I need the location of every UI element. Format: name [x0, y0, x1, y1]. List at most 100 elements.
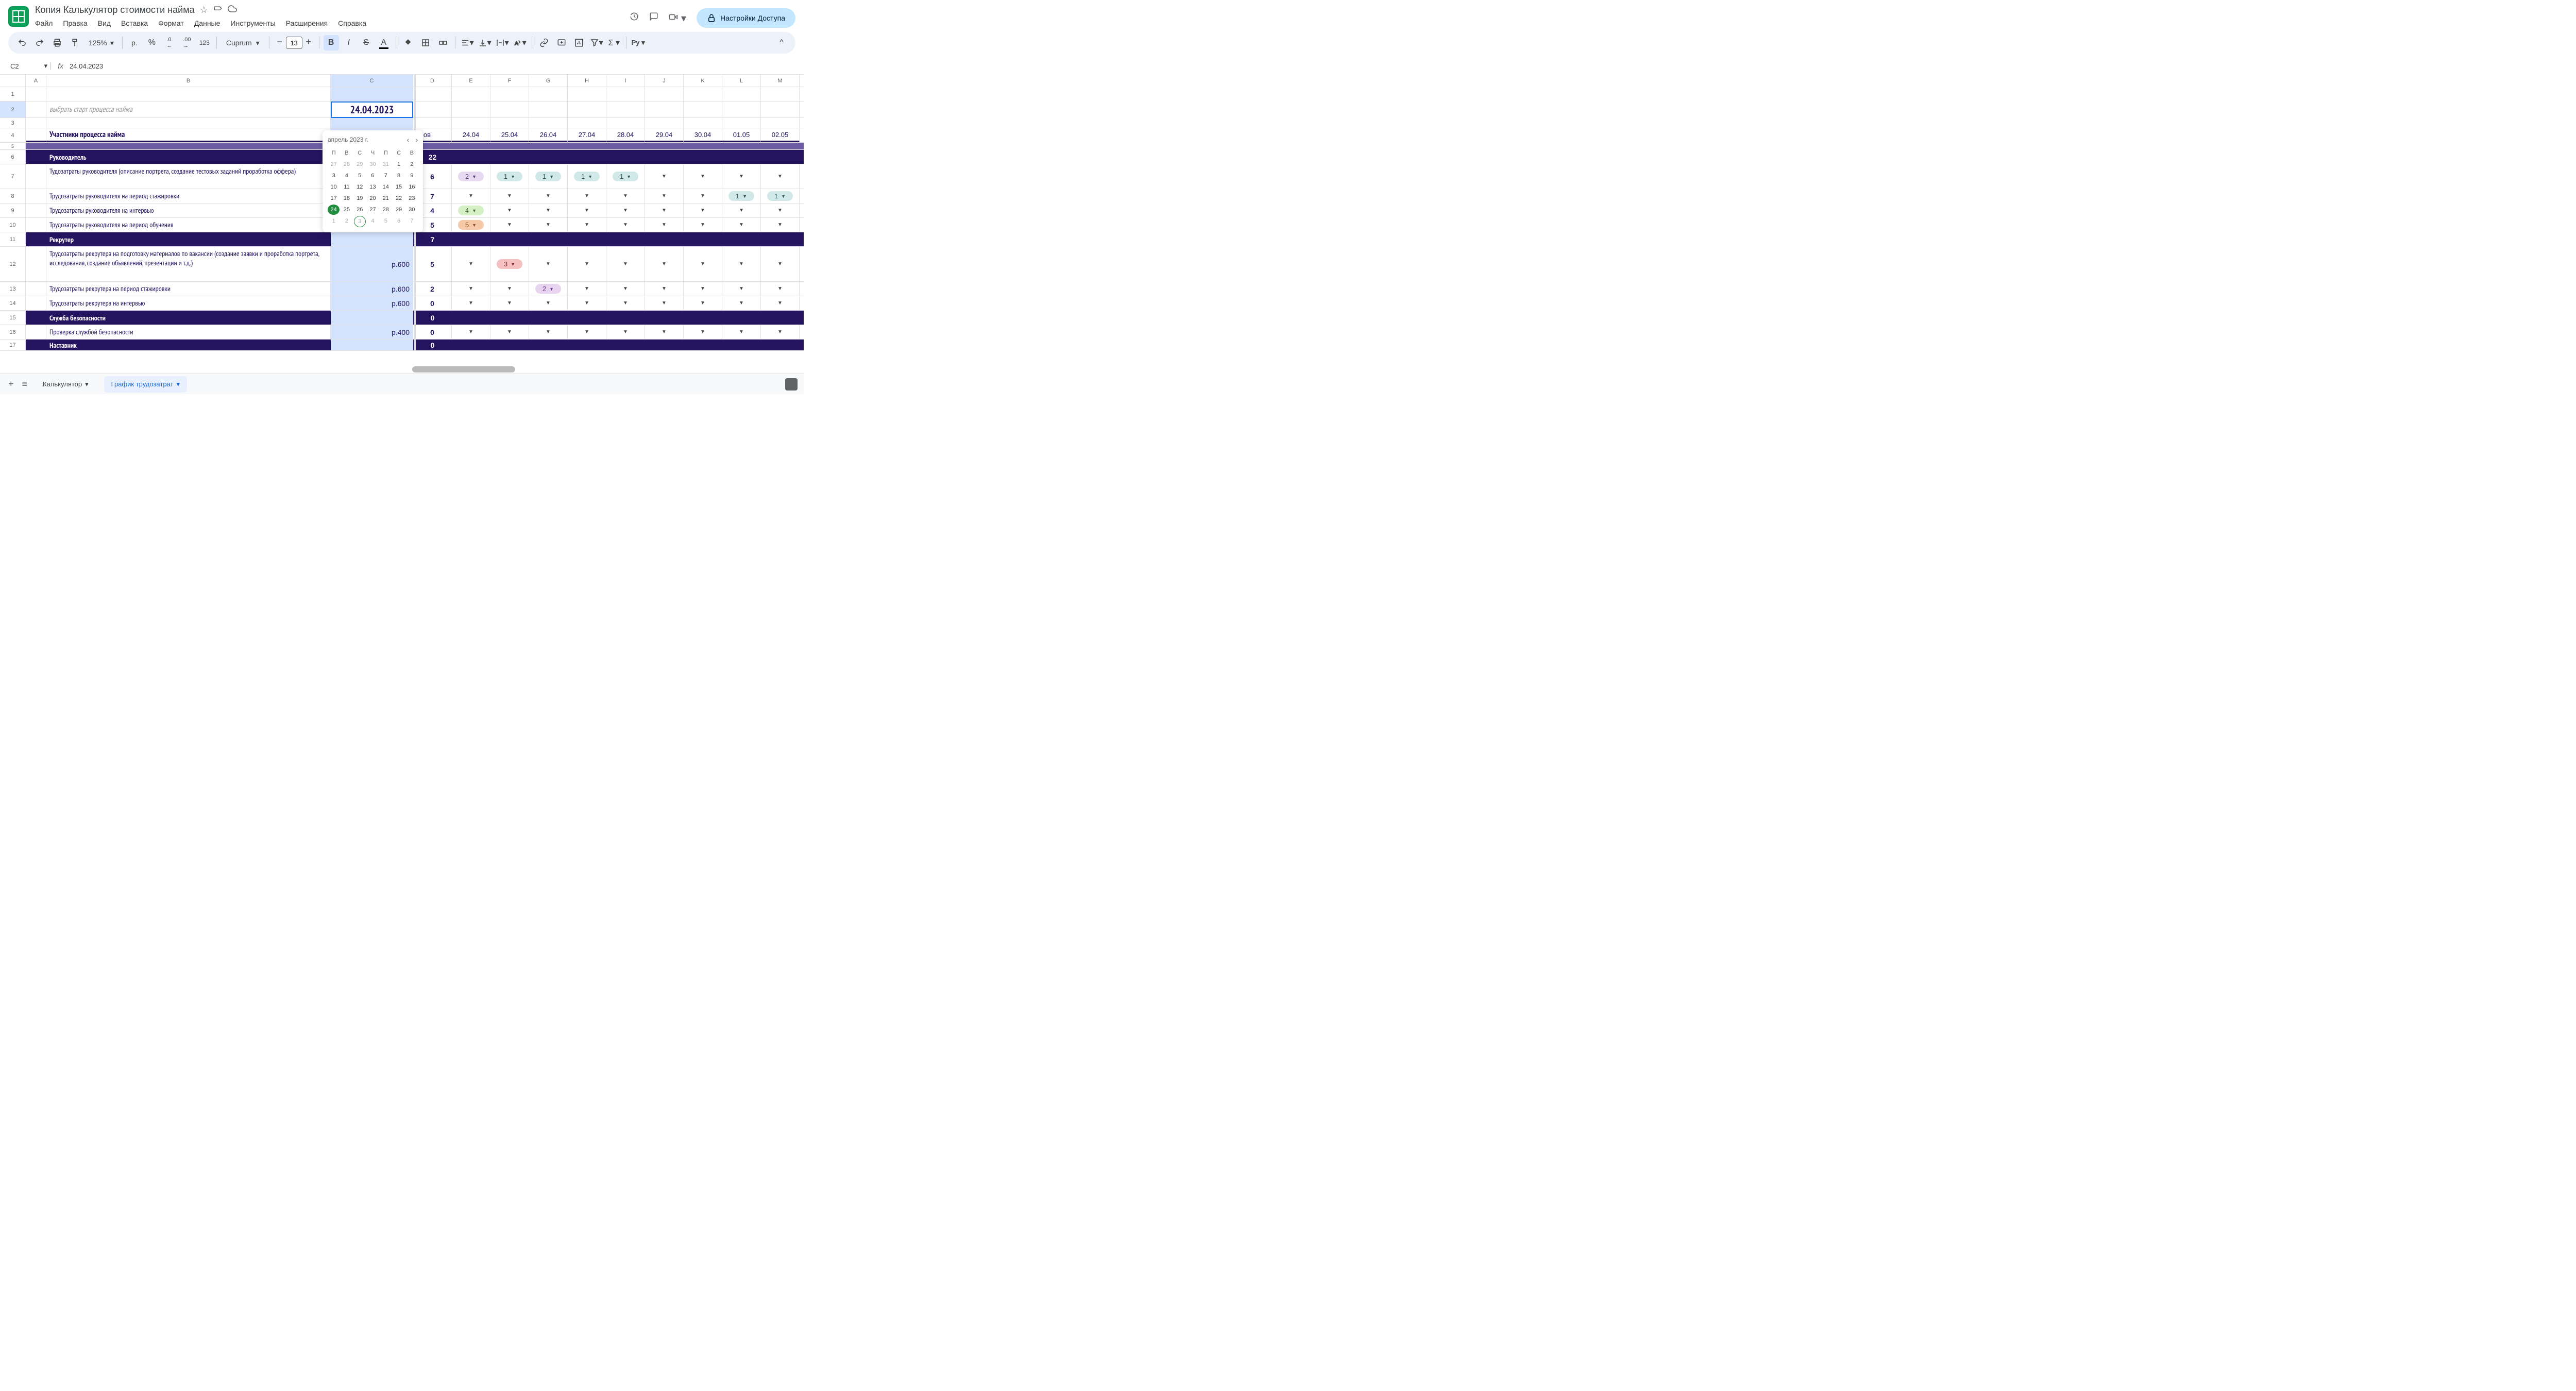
cell[interactable]: Трудозатраты руководителя на период стаж… [46, 189, 331, 203]
cell[interactable]: ▼ [490, 203, 529, 217]
datepicker-day[interactable]: 2 [406, 159, 418, 169]
dropdown-chip[interactable]: ▼ [662, 174, 667, 179]
cell[interactable]: ▼ [452, 282, 490, 296]
menu-edit[interactable]: Правка [63, 19, 87, 27]
dropdown-chip[interactable]: 1 ▼ [767, 191, 793, 201]
cell[interactable] [606, 101, 645, 117]
cell[interactable] [722, 87, 761, 101]
cell[interactable] [529, 101, 568, 117]
dropdown-chip[interactable]: 1 ▼ [497, 172, 522, 181]
cell[interactable] [26, 143, 46, 149]
cell[interactable]: ▼ [529, 325, 568, 339]
increase-decimal-button[interactable]: .00→ [179, 35, 195, 50]
cell[interactable] [46, 143, 331, 149]
cell[interactable]: 25.04 [490, 128, 529, 142]
col-header-G[interactable]: G [529, 75, 568, 87]
dropdown-chip[interactable]: ▼ [584, 193, 589, 199]
dropdown-chip[interactable]: ▼ [584, 222, 589, 228]
cell[interactable]: ▼ [761, 247, 800, 281]
dropdown-chip[interactable]: ▼ [546, 261, 551, 267]
cell[interactable] [331, 118, 413, 128]
cell[interactable] [26, 325, 46, 339]
cell[interactable]: р.600 [331, 247, 413, 281]
col-header-J[interactable]: J [645, 75, 684, 87]
row-header[interactable]: 13 [0, 282, 26, 296]
datepicker-day[interactable]: 21 [380, 193, 392, 203]
row-header[interactable]: 1 [0, 87, 26, 101]
dropdown-chip[interactable]: ▼ [739, 286, 744, 292]
cell[interactable]: 1 ▼ [490, 164, 529, 189]
insert-comment-button[interactable] [554, 35, 569, 50]
cell[interactable] [46, 118, 331, 128]
datepicker-day[interactable]: 3 [328, 171, 340, 181]
cell[interactable]: ▼ [490, 325, 529, 339]
dropdown-chip[interactable]: ▼ [468, 329, 473, 335]
cell[interactable] [490, 340, 529, 350]
percent-button[interactable]: % [144, 35, 160, 50]
row-header[interactable]: 17 [0, 340, 26, 351]
cell[interactable] [452, 340, 490, 350]
col-header-L[interactable]: L [722, 75, 761, 87]
cell[interactable]: ▼ [684, 189, 722, 203]
cell[interactable] [529, 311, 568, 325]
cell[interactable] [645, 143, 684, 149]
cell[interactable]: 0 [413, 340, 452, 350]
dropdown-chip[interactable]: ▼ [546, 208, 551, 213]
row-header[interactable]: 6 [0, 150, 26, 164]
dropdown-chip[interactable]: ▼ [662, 261, 667, 267]
dropdown-chip[interactable]: 3 ▼ [497, 259, 522, 269]
cell[interactable]: ▼ [606, 189, 645, 203]
cell[interactable] [568, 232, 606, 246]
datepicker-day[interactable]: 26 [354, 205, 366, 215]
more-formats-button[interactable]: 123 [197, 35, 212, 50]
cell[interactable] [26, 311, 46, 325]
cell[interactable]: ▼ [568, 325, 606, 339]
cell[interactable]: ▼ [722, 218, 761, 232]
dropdown-chip[interactable]: ▼ [623, 222, 628, 228]
datepicker-day[interactable]: 9 [406, 171, 418, 181]
cell[interactable] [645, 101, 684, 117]
datepicker-day[interactable]: 11 [341, 182, 352, 192]
cell[interactable] [529, 87, 568, 101]
cell[interactable]: ▼ [490, 282, 529, 296]
wrap-button[interactable]: ▾ [495, 35, 510, 50]
cell[interactable]: 29.04 [645, 128, 684, 142]
cell[interactable] [413, 101, 452, 117]
cell[interactable]: р.600 [331, 282, 413, 296]
datepicker-day[interactable]: 28 [380, 205, 392, 215]
dropdown-chip[interactable]: ▼ [507, 222, 512, 228]
cell[interactable]: ▼ [606, 282, 645, 296]
cell[interactable] [26, 118, 46, 128]
dropdown-chip[interactable]: ▼ [584, 261, 589, 267]
font-select[interactable]: Cuprum ▾ [221, 39, 265, 47]
col-header-M[interactable]: M [761, 75, 800, 87]
cell[interactable]: Рекрутер [46, 232, 331, 246]
datepicker-day[interactable]: 24 [328, 205, 340, 215]
cell[interactable] [413, 118, 452, 128]
dropdown-chip[interactable]: ▼ [777, 286, 783, 292]
dropdown-chip[interactable]: ▼ [507, 286, 512, 292]
cell[interactable] [568, 143, 606, 149]
cell[interactable] [645, 118, 684, 128]
cell[interactable]: ▼ [761, 325, 800, 339]
cell[interactable] [761, 143, 800, 149]
cell[interactable] [761, 87, 800, 101]
cell[interactable] [761, 232, 800, 246]
cell[interactable] [684, 118, 722, 128]
cell[interactable] [26, 164, 46, 189]
cell[interactable] [722, 311, 761, 325]
cell[interactable] [606, 118, 645, 128]
cell[interactable]: ▼ [490, 189, 529, 203]
cell[interactable]: ▼ [568, 189, 606, 203]
dropdown-chip[interactable]: ▼ [739, 329, 744, 335]
dropdown-chip[interactable]: 2 ▼ [535, 284, 561, 294]
cell[interactable] [331, 340, 413, 350]
history-icon[interactable] [630, 12, 639, 24]
datepicker-day[interactable]: 12 [354, 182, 366, 192]
bold-button[interactable]: B [324, 35, 339, 50]
cell[interactable]: ▼ [568, 282, 606, 296]
cell[interactable]: 0 [413, 296, 452, 310]
link-button[interactable] [536, 35, 552, 50]
cell[interactable]: ▼ [761, 282, 800, 296]
row-header[interactable]: 8 [0, 189, 26, 203]
